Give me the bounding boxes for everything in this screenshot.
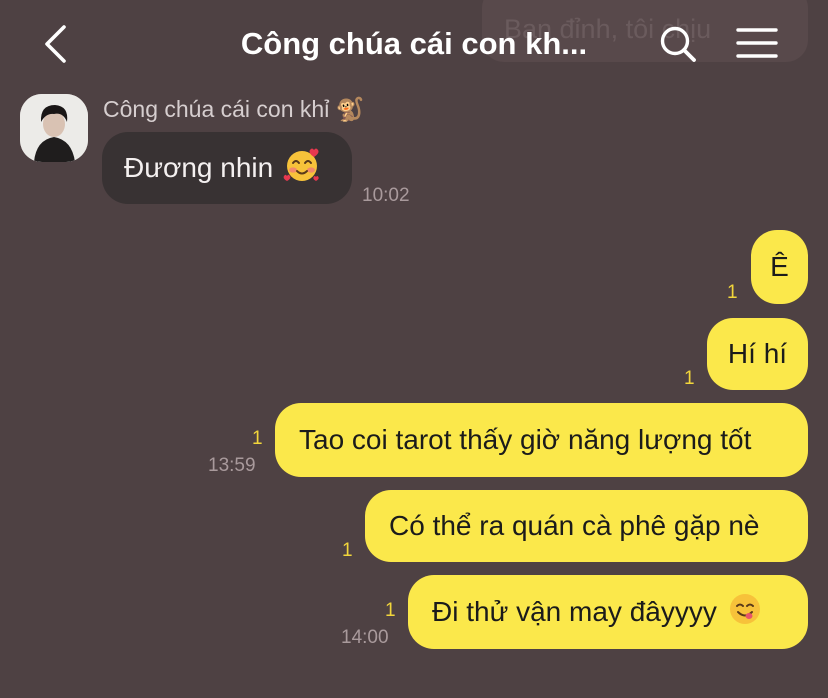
- back-arrow-icon: [45, 25, 66, 63]
- search-button[interactable]: [658, 24, 698, 64]
- smiling-face-with-hearts-emoji: [283, 146, 321, 191]
- unread-count: 1: [385, 600, 396, 621]
- message-timestamp: 10:02: [362, 185, 410, 206]
- unread-count: 1: [252, 428, 263, 449]
- outgoing-message-bubble[interactable]: Tao coi tarot thấy giờ năng lượng tốt: [275, 403, 808, 477]
- outgoing-message-bubble[interactable]: Đi thử vận may đâyyyy: [408, 575, 808, 649]
- chat-header: Bạn đỉnh, tôi chịu Công chúa cái con kh.…: [0, 0, 828, 88]
- outgoing-message-bubble[interactable]: Có thể ra quán cà phê gặp nè: [365, 490, 808, 562]
- face-savoring-food-emoji: [727, 591, 763, 634]
- outgoing-message-bubble[interactable]: Hí hí: [707, 318, 808, 390]
- unread-count: 1: [727, 282, 738, 303]
- message-text: Ê: [770, 251, 789, 282]
- back-button[interactable]: [38, 24, 74, 64]
- message-text: Hí hí: [727, 338, 788, 369]
- message-text: Có thể ra quán cà phê gặp nè: [389, 510, 760, 541]
- outgoing-message-bubble[interactable]: Ê: [751, 230, 808, 304]
- unread-count: 1: [342, 540, 353, 561]
- sender-name: Công chúa cái con khỉ 🐒: [103, 96, 365, 122]
- menu-button[interactable]: [736, 26, 778, 60]
- message-timestamp: 13:59: [208, 455, 256, 476]
- message-text: Đương nhin: [124, 152, 274, 183]
- menu-icon: [736, 28, 778, 58]
- unread-count: 1: [684, 368, 695, 389]
- incoming-message-bubble[interactable]: Đương nhin: [102, 132, 352, 204]
- message-text: Tao coi tarot thấy giờ năng lượng tốt: [299, 424, 752, 455]
- message-text: Đi thử vận may đâyyyy: [432, 596, 717, 627]
- search-icon: [660, 26, 696, 62]
- message-timestamp: 14:00: [341, 627, 389, 648]
- sender-avatar[interactable]: [20, 94, 88, 162]
- chat-title: Công chúa cái con kh...: [240, 26, 588, 61]
